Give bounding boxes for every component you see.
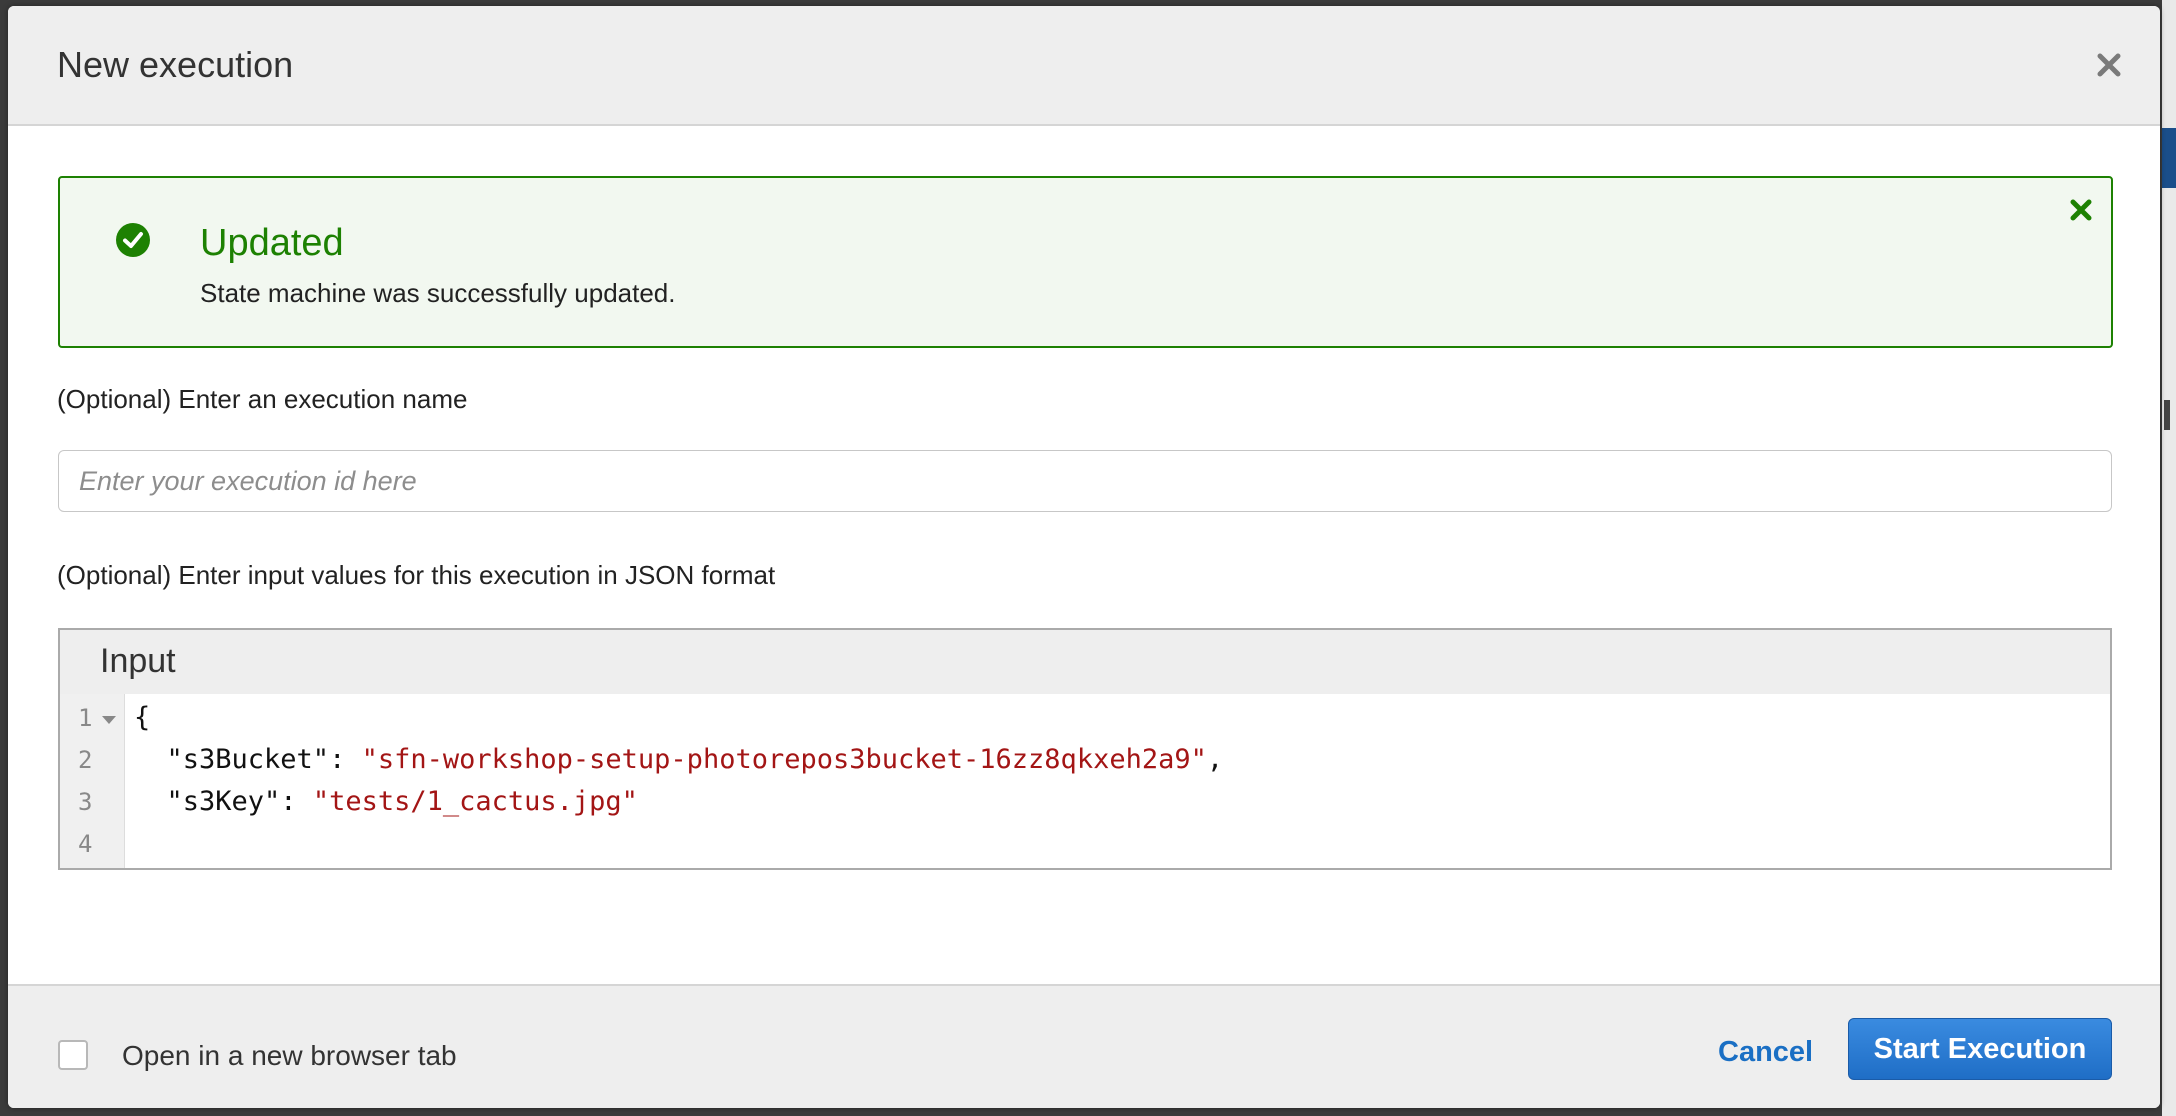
json-input-editor[interactable]: Input 1 2 3 4 5 { "s3Bucket": "sfn-works… (58, 628, 2112, 870)
new-tab-checkbox-label[interactable]: Open in a new browser tab (122, 1040, 457, 1072)
line-number: 1 (78, 704, 93, 732)
close-icon[interactable] (2094, 50, 2124, 80)
background-page-edge (2162, 0, 2176, 1116)
line-number: 3 (78, 788, 93, 816)
code-line: "s3Bucket": "sfn-workshop-setup-photorep… (134, 744, 1224, 775)
cancel-button[interactable]: Cancel (1718, 1036, 1813, 1069)
editor-title: Input (100, 642, 176, 680)
alert-message: State machine was successfully updated. (200, 278, 676, 308)
line-number: 4 (78, 830, 93, 858)
fold-arrow-icon[interactable] (102, 716, 116, 724)
dialog-title: New execution (57, 44, 294, 85)
new-tab-checkbox[interactable] (58, 1040, 88, 1070)
line-number-gutter: 1 2 3 4 5 (60, 694, 125, 868)
code-area[interactable]: { "s3Bucket": "sfn-workshop-setup-photor… (126, 694, 2110, 868)
dialog-header: New execution (8, 6, 2160, 126)
alert-title: Updated (200, 222, 344, 264)
code-line: "s3Key": "tests/1_cactus.jpg" (134, 786, 638, 817)
success-alert: Updated State machine was successfully u… (58, 176, 2113, 348)
json-input-label: (Optional) Enter input values for this e… (57, 560, 776, 590)
new-execution-dialog: New execution Updated State machine was … (8, 6, 2160, 1108)
execution-name-label: (Optional) Enter an execution name (57, 384, 468, 414)
check-circle-icon (116, 223, 150, 257)
close-icon[interactable] (2069, 198, 2093, 222)
editor-header: Input (60, 630, 2110, 694)
code-line: { (134, 702, 151, 733)
line-number: 2 (78, 746, 93, 774)
start-execution-button[interactable]: Start Execution (1848, 1018, 2112, 1080)
dialog-footer: Open in a new browser tab Cancel Start E… (8, 984, 2160, 1108)
execution-name-input[interactable] (58, 450, 2112, 512)
